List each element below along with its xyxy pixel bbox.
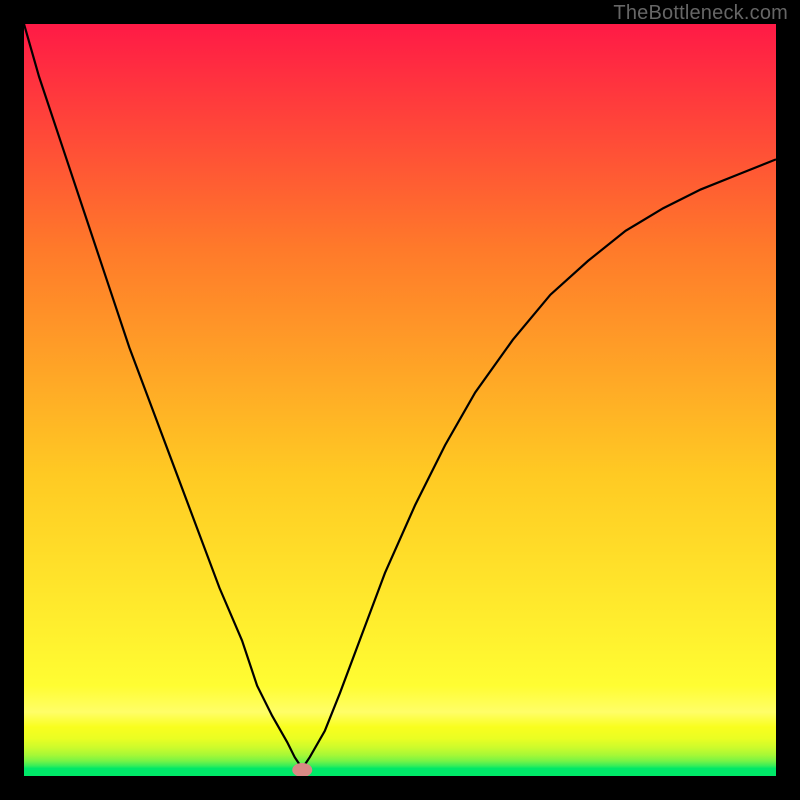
chart-background-gradient xyxy=(24,24,776,776)
bottleneck-chart xyxy=(24,24,776,776)
chart-frame xyxy=(24,24,776,776)
watermark-text: TheBottleneck.com xyxy=(613,2,788,25)
